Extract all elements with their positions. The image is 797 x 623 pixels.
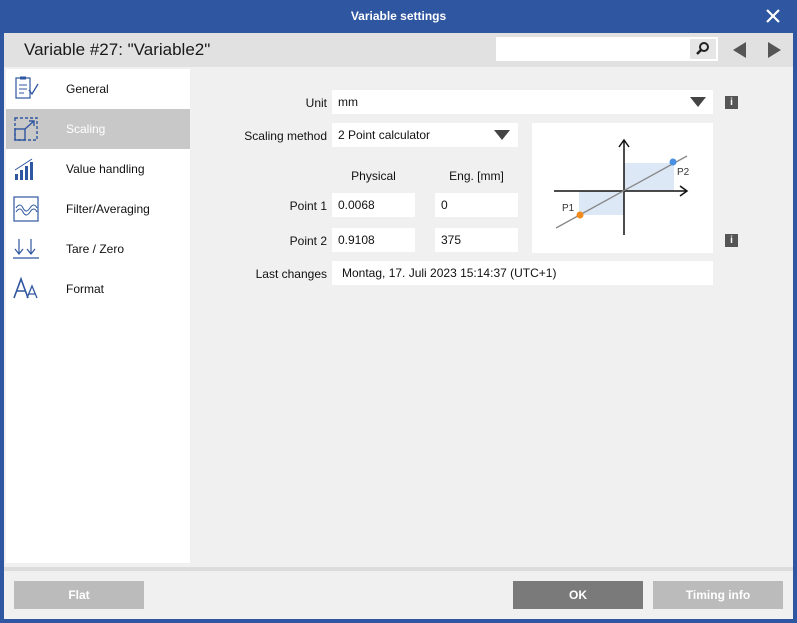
- variable-header: Variable #27: "Variable2": [4, 33, 793, 67]
- footer-separator: [4, 567, 793, 571]
- sidebar-item-tare-zero[interactable]: Tare / Zero: [6, 229, 190, 269]
- search-input[interactable]: [500, 40, 684, 60]
- variable-title: Variable #27: "Variable2": [24, 40, 211, 59]
- search-button[interactable]: [690, 39, 716, 59]
- unit-dropdown[interactable]: mm: [332, 90, 713, 114]
- next-variable-button[interactable]: [764, 40, 784, 60]
- info-icon[interactable]: i: [725, 96, 738, 109]
- sidebar-item-value-handling[interactable]: Value handling: [6, 149, 190, 189]
- unit-value: mm: [338, 95, 358, 109]
- scaling-icon: [14, 117, 38, 141]
- point1-label: Point 1: [289, 199, 327, 213]
- bar-chart-icon: [14, 158, 33, 180]
- p2-label: P2: [677, 167, 690, 178]
- sidebar-item-label: Format: [66, 282, 105, 296]
- scaling-graph-svg: P1 P2: [554, 138, 690, 235]
- point2-physical-field[interactable]: 0.9108: [332, 228, 415, 252]
- settings-sidebar: General Scaling Value handling Filter/Av…: [6, 69, 190, 563]
- window-title: Variable settings: [350, 9, 447, 23]
- scaling-method-dropdown[interactable]: 2 Point calculator: [332, 123, 518, 147]
- column-header-physical: Physical: [351, 169, 396, 183]
- p1-point: [576, 211, 584, 219]
- point2-eng-field[interactable]: 375: [435, 228, 518, 252]
- clipboard-check-icon: [15, 76, 39, 99]
- scaling-method-label: Scaling method: [244, 129, 327, 143]
- close-button[interactable]: [760, 4, 786, 28]
- info-icon[interactable]: i: [725, 234, 738, 247]
- last-changes-value: Montag, 17. Juli 2023 15:14:37 (UTC+1): [332, 261, 713, 285]
- point2-label: Point 2: [289, 234, 327, 248]
- two-point-scaling-graph: P1 P2: [532, 123, 713, 253]
- search-box: [496, 37, 718, 61]
- scaling-panel: Unit mm i Scaling method 2 Point calcula…: [192, 69, 793, 563]
- p2-point: [669, 158, 677, 166]
- triangle-left-icon: [733, 42, 746, 58]
- close-icon: [766, 9, 780, 23]
- chevron-down-icon: [690, 97, 706, 107]
- flat-button[interactable]: Flat: [14, 581, 144, 609]
- sidebar-item-filter-averaging[interactable]: Filter/Averaging: [6, 189, 190, 229]
- column-header-eng: Eng. [mm]: [449, 169, 504, 183]
- sidebar-item-label: Scaling: [66, 122, 106, 136]
- sidebar-item-format[interactable]: Format: [6, 269, 190, 309]
- dialog-body: Variable #27: "Variable2" General Scalin…: [4, 33, 793, 619]
- previous-variable-button[interactable]: [730, 40, 750, 60]
- search-icon: [696, 42, 709, 55]
- timing-info-button[interactable]: Timing info: [653, 581, 783, 609]
- sidebar-item-scaling[interactable]: Scaling: [6, 109, 190, 149]
- ok-button[interactable]: OK: [513, 581, 643, 609]
- waveform-icon: [13, 196, 39, 222]
- sidebar-item-general[interactable]: General: [6, 69, 190, 109]
- tare-arrows-icon: [13, 239, 39, 259]
- point1-eng-field[interactable]: 0: [435, 193, 518, 217]
- dialog-window: Variable settings Variable #27: "Variabl…: [0, 0, 797, 623]
- triangle-right-icon: [768, 42, 781, 58]
- p1-label: P1: [562, 203, 575, 214]
- sidebar-item-label: General: [66, 82, 109, 96]
- sidebar-item-label: Value handling: [66, 162, 145, 176]
- point1-physical-field[interactable]: 0.0068: [332, 193, 415, 217]
- scaling-method-value: 2 Point calculator: [338, 128, 431, 142]
- last-changes-label: Last changes: [255, 267, 327, 281]
- unit-label: Unit: [305, 96, 327, 110]
- sidebar-item-label: Tare / Zero: [66, 242, 125, 256]
- sidebar-item-label: Filter/Averaging: [66, 202, 150, 216]
- scaling-line: [555, 155, 688, 229]
- title-bar: Variable settings: [0, 0, 797, 33]
- chevron-down-icon: [494, 130, 510, 140]
- font-format-icon: [13, 276, 38, 299]
